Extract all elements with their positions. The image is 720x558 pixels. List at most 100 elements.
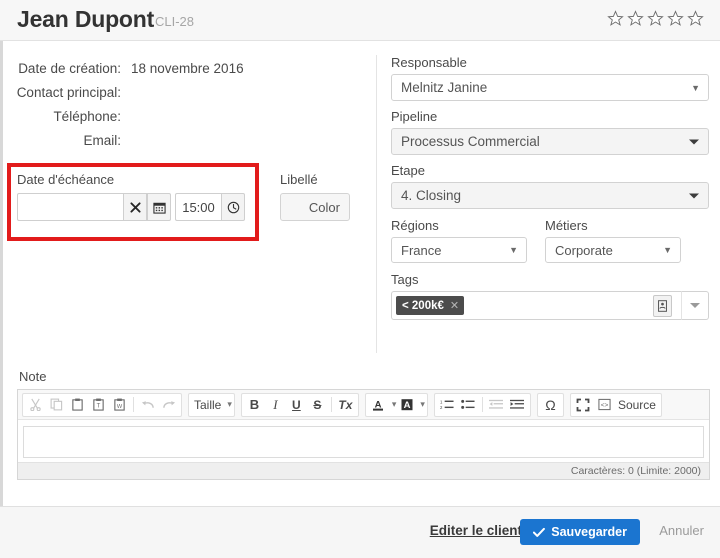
numbered-list-icon[interactable]: 12 xyxy=(437,394,458,415)
regions-select[interactable]: France ▼ xyxy=(391,237,527,263)
caret-down-icon[interactable]: ▾ xyxy=(420,399,425,410)
special-char-group: Ω xyxy=(536,392,564,417)
contact-card-icon[interactable] xyxy=(653,294,672,317)
pipeline-select[interactable]: Processus Commercial xyxy=(391,128,709,155)
svg-text:T: T xyxy=(97,404,101,410)
color-button[interactable]: Color xyxy=(280,193,350,221)
star-outline-icon[interactable] xyxy=(647,10,664,27)
text-color-icon[interactable]: A xyxy=(368,394,389,415)
client-detail-window: Jean Dupont CLI-28 Date de création: 18 … xyxy=(0,0,720,558)
info-label: Date de création: xyxy=(18,61,121,76)
bulleted-list-icon[interactable] xyxy=(458,394,479,415)
regions-label: Régions xyxy=(391,218,439,233)
due-date-group xyxy=(17,193,171,221)
due-date-label: Date d'échéance xyxy=(17,172,115,187)
tag-chip-label: < 200k€ xyxy=(402,299,444,312)
close-x-icon[interactable] xyxy=(123,193,147,221)
panel-divider xyxy=(376,55,377,353)
text-format-group: B I U S Tx xyxy=(240,392,359,417)
info-row-phone: Téléphone: xyxy=(3,109,363,133)
due-time-input[interactable] xyxy=(175,193,221,221)
background-color-icon[interactable]: A xyxy=(396,394,417,415)
remove-format-icon[interactable]: Tx xyxy=(335,394,356,415)
etape-select[interactable]: 4. Closing xyxy=(391,182,709,209)
star-outline-icon[interactable] xyxy=(627,10,644,27)
metiers-value: Corporate xyxy=(555,242,613,258)
editor-toolbar: T W Taille ▾ B I U S Tx A ▾ A ▾ 1 2 Ω <>… xyxy=(18,390,709,420)
svg-text:A: A xyxy=(403,400,410,411)
deal-form-panel: Responsable Melnitz Janine ▼ Pipeline Pr… xyxy=(391,55,709,320)
undo-icon[interactable] xyxy=(137,394,158,415)
star-outline-icon[interactable] xyxy=(607,10,624,27)
strikethrough-icon[interactable]: S xyxy=(307,394,328,415)
omega-icon[interactable]: Ω xyxy=(540,394,561,415)
tags-input[interactable]: < 200k€ ✕ xyxy=(391,291,681,320)
bold-icon[interactable]: B xyxy=(244,394,265,415)
source-icon[interactable]: <> xyxy=(594,394,615,415)
window-footer: Editer le client Sauvegarder Annuler xyxy=(0,506,720,558)
etape-value: 4. Closing xyxy=(401,188,462,203)
tags-field: < 200k€ ✕ xyxy=(391,291,709,320)
source-button[interactable]: Source xyxy=(615,398,659,412)
svg-text:1: 1 xyxy=(440,399,443,404)
color-group: A ▾ A ▾ xyxy=(364,392,428,417)
redo-icon[interactable] xyxy=(158,394,179,415)
close-x-icon[interactable]: ✕ xyxy=(450,299,459,312)
cut-icon[interactable] xyxy=(25,394,46,415)
maximize-icon[interactable] xyxy=(573,394,594,415)
due-date-input[interactable] xyxy=(17,193,123,221)
metiers-select[interactable]: Corporate ▼ xyxy=(545,237,681,263)
checkmark-icon xyxy=(533,527,546,538)
responsable-label: Responsable xyxy=(391,55,467,70)
save-button[interactable]: Sauvegarder xyxy=(520,519,640,545)
toolbar-separator xyxy=(133,397,134,412)
chevron-down-icon: ▼ xyxy=(691,82,700,93)
caret-down-icon xyxy=(690,303,700,308)
star-outline-icon[interactable] xyxy=(687,10,704,27)
toolbar-separator xyxy=(330,397,332,412)
calendar-icon[interactable] xyxy=(147,193,171,221)
caret-down-icon[interactable]: ▾ xyxy=(227,399,232,410)
paste-word-icon[interactable]: W xyxy=(109,394,130,415)
caret-down-icon xyxy=(689,193,699,198)
info-label: Téléphone: xyxy=(53,109,121,124)
due-time-group xyxy=(175,193,245,221)
rating-stars[interactable] xyxy=(607,10,704,27)
tags-dropdown-button[interactable] xyxy=(681,291,709,320)
note-textarea[interactable] xyxy=(23,426,704,458)
tools-group: <> Source xyxy=(569,392,662,417)
window-body: Date de création: 18 novembre 2016 Conta… xyxy=(0,41,720,506)
window-header: Jean Dupont CLI-28 xyxy=(0,0,720,41)
regions-field: Régions France ▼ xyxy=(391,218,527,263)
outdent-icon[interactable] xyxy=(486,394,507,415)
indent-icon[interactable] xyxy=(507,394,528,415)
clock-icon[interactable] xyxy=(221,193,245,221)
metiers-field: Métiers Corporate ▼ xyxy=(545,218,681,263)
copy-icon[interactable] xyxy=(46,394,67,415)
edit-client-link[interactable]: Editer le client xyxy=(430,523,522,538)
responsable-select[interactable]: Melnitz Janine ▼ xyxy=(391,74,709,101)
paste-text-icon[interactable]: T xyxy=(88,394,109,415)
paste-icon[interactable] xyxy=(67,394,88,415)
tag-chip[interactable]: < 200k€ ✕ xyxy=(396,296,465,315)
pipeline-value: Processus Commercial xyxy=(401,134,540,149)
underline-icon[interactable]: U xyxy=(286,394,307,415)
libelle-label: Libellé xyxy=(280,172,318,187)
metiers-label: Métiers xyxy=(545,218,588,233)
svg-text:<>: <> xyxy=(601,402,609,409)
font-size-dropdown[interactable]: Taille xyxy=(191,398,224,412)
star-outline-icon[interactable] xyxy=(667,10,684,27)
info-row-email: Email: xyxy=(3,133,363,157)
etape-label: Etape xyxy=(391,163,425,178)
pipeline-label: Pipeline xyxy=(391,109,438,124)
note-editor: T W Taille ▾ B I U S Tx A ▾ A ▾ 1 2 Ω <>… xyxy=(17,389,710,480)
svg-text:W: W xyxy=(117,404,123,410)
italic-icon[interactable]: I xyxy=(265,394,286,415)
info-row-creation-date: Date de création: 18 novembre 2016 xyxy=(3,61,363,85)
svg-text:2: 2 xyxy=(440,405,443,410)
save-button-label: Sauvegarder xyxy=(551,525,627,539)
info-row-main-contact: Contact principal: xyxy=(3,85,363,109)
client-code: CLI-28 xyxy=(155,14,195,29)
regions-value: France xyxy=(401,242,442,258)
cancel-button[interactable]: Annuler xyxy=(659,523,704,538)
